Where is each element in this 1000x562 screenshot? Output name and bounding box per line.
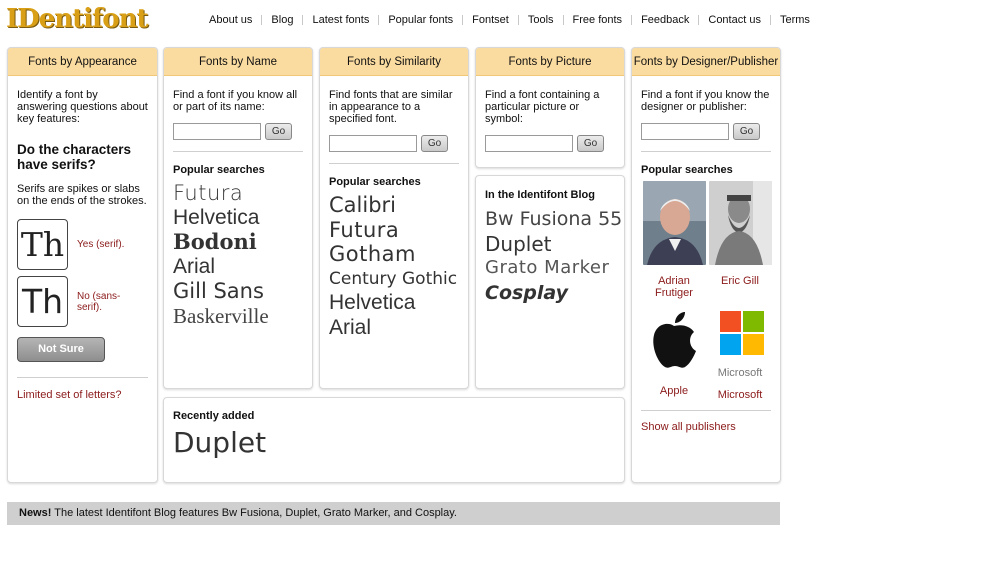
divider (173, 151, 303, 152)
picture-go-button[interactable]: Go (577, 135, 604, 152)
font-link-futura[interactable]: Futura (173, 181, 303, 206)
recently-added-title: Recently added (173, 410, 255, 422)
designer-name[interactable]: Adrian Frutiger (641, 275, 707, 299)
picture-input[interactable] (485, 135, 573, 152)
blog-panel: In the Identifont Blog Bw Fusiona 55 Dup… (475, 175, 625, 389)
serif-no-label[interactable]: No (sans-serif). (77, 291, 132, 313)
designer-input[interactable] (641, 123, 729, 140)
publisher-apple[interactable]: Apple (641, 309, 707, 401)
blog-font-cosplay[interactable]: Cosplay (485, 281, 615, 306)
appearance-intro: Identify a font by answering questions a… (17, 89, 148, 125)
nav-tools[interactable]: Tools (519, 14, 563, 26)
by-name-panel-title: Fonts by Name (164, 48, 312, 76)
nav-terms[interactable]: Terms (771, 14, 819, 26)
picture-panel-title: Fonts by Picture (476, 48, 624, 76)
serif-no-option[interactable]: Th No (sans-serif). (17, 276, 148, 327)
news-label: News! (19, 507, 52, 519)
popular-searches-title: Popular searches (641, 164, 733, 176)
nav-blog[interactable]: Blog (262, 14, 302, 26)
apple-logo-icon[interactable] (643, 309, 706, 373)
font-link-calibri[interactable]: Calibri (329, 193, 459, 218)
divider (329, 163, 459, 164)
nav-about-us[interactable]: About us (200, 14, 261, 26)
show-all-publishers-link[interactable]: Show all publishers (641, 421, 736, 433)
blog-title: In the Identifont Blog (485, 189, 595, 201)
popular-font-list: Futura Helvetica Bodoni Arial Gill Sans … (173, 181, 303, 328)
font-link-bodoni[interactable]: Bodoni (173, 229, 303, 255)
designer-intro: Find a font if you know the designer or … (641, 89, 770, 113)
nav-popular-fonts[interactable]: Popular fonts (379, 14, 462, 26)
blog-font-bw-fusiona[interactable]: Bw Fusiona 55 (485, 207, 622, 232)
picture-intro: Find a font containing a particular pict… (485, 89, 600, 125)
popular-searches-title: Popular searches (329, 176, 421, 188)
similar-font-input[interactable] (329, 135, 417, 152)
publisher-microsoft[interactable]: Microsoft Microsoft (707, 309, 773, 401)
divider (17, 377, 148, 378)
serif-yes-option[interactable]: Th Yes (serif). (17, 219, 148, 270)
serif-explanation: Serifs are spikes or slabs on the ends o… (17, 183, 147, 207)
publisher-name[interactable]: Apple (641, 385, 707, 397)
not-sure-button[interactable]: Not Sure (17, 337, 105, 362)
font-link-arial[interactable]: Arial (173, 255, 303, 280)
designer-panel: Fonts by Designer/Publisher Find a font … (631, 47, 781, 483)
font-link-helvetica[interactable]: Helvetica (173, 206, 303, 231)
nav-feedback[interactable]: Feedback (632, 14, 698, 26)
designer-go-button[interactable]: Go (733, 123, 760, 140)
font-name-go-button[interactable]: Go (265, 123, 292, 140)
picture-panel: Fonts by Picture Find a font containing … (475, 47, 625, 168)
limited-letters-link[interactable]: Limited set of letters? (17, 389, 122, 401)
designer-adrian-frutiger[interactable]: Adrian Frutiger (641, 181, 707, 299)
adrian-frutiger-photo[interactable] (642, 181, 706, 265)
font-link-helvetica[interactable]: Helvetica (329, 291, 459, 316)
designer-name[interactable]: Eric Gill (707, 275, 773, 287)
by-name-intro: Find a font if you know all or part of i… (173, 89, 298, 113)
font-link-gotham[interactable]: Gotham (329, 242, 459, 267)
by-name-panel: Fonts by Name Find a font if you know al… (163, 47, 313, 389)
sans-sample-glyph[interactable]: Th (17, 276, 68, 327)
designer-grid: Adrian Frutiger Eric Gill Apple Microsof… (641, 181, 773, 401)
top-nav: About us Blog Latest fonts Popular fonts… (200, 14, 819, 26)
designer-panel-title: Fonts by Designer/Publisher (632, 48, 780, 76)
similar-font-list: Calibri Futura Gotham Century Gothic Hel… (329, 193, 459, 340)
font-link-arial[interactable]: Arial (329, 316, 459, 341)
font-link-gill-sans[interactable]: Gill Sans (173, 279, 303, 304)
appearance-panel: Fonts by Appearance Identify a font by a… (7, 47, 158, 483)
similar-font-go-button[interactable]: Go (421, 135, 448, 152)
nav-free-fonts[interactable]: Free fonts (564, 14, 632, 26)
font-name-input[interactable] (173, 123, 261, 140)
font-link-futura[interactable]: Futura (329, 218, 459, 243)
font-link-baskerville[interactable]: Baskerville (173, 304, 303, 329)
font-link-century-gothic[interactable]: Century Gothic (329, 267, 459, 292)
nav-contact-us[interactable]: Contact us (699, 14, 770, 26)
serif-yes-label[interactable]: Yes (serif). (77, 239, 124, 250)
publisher-name[interactable]: Microsoft (707, 389, 773, 401)
divider (641, 410, 771, 411)
designer-eric-gill[interactable]: Eric Gill (707, 181, 773, 299)
divider (641, 151, 771, 152)
blog-font-duplet[interactable]: Duplet (485, 232, 615, 257)
serif-sample-glyph[interactable]: Th (17, 219, 68, 270)
serif-question: Do the characters have serifs? (17, 142, 132, 172)
blog-font-list: Bw Fusiona 55 Duplet Grato Marker Cospla… (485, 207, 622, 306)
popular-searches-title: Popular searches (173, 164, 265, 176)
recent-font-duplet[interactable]: Duplet (173, 426, 615, 459)
identifont-logo[interactable]: IDentifont (6, 4, 148, 34)
news-bar: News! The latest Identifont Blog feature… (7, 502, 780, 525)
eric-gill-photo[interactable] (708, 181, 772, 265)
similarity-panel-title: Fonts by Similarity (320, 48, 468, 76)
microsoft-logo-icon[interactable] (709, 309, 772, 373)
appearance-panel-title: Fonts by Appearance (8, 48, 157, 76)
news-text: The latest Identifont Blog features Bw F… (51, 507, 457, 519)
recently-added-panel: Recently added Duplet (163, 397, 625, 483)
similarity-intro: Find fonts that are similar in appearanc… (329, 89, 453, 125)
blog-font-grato-marker[interactable]: Grato Marker (485, 256, 615, 281)
nav-fontset[interactable]: Fontset (463, 14, 518, 26)
nav-latest-fonts[interactable]: Latest fonts (303, 14, 378, 26)
similarity-panel: Fonts by Similarity Find fonts that are … (319, 47, 469, 389)
